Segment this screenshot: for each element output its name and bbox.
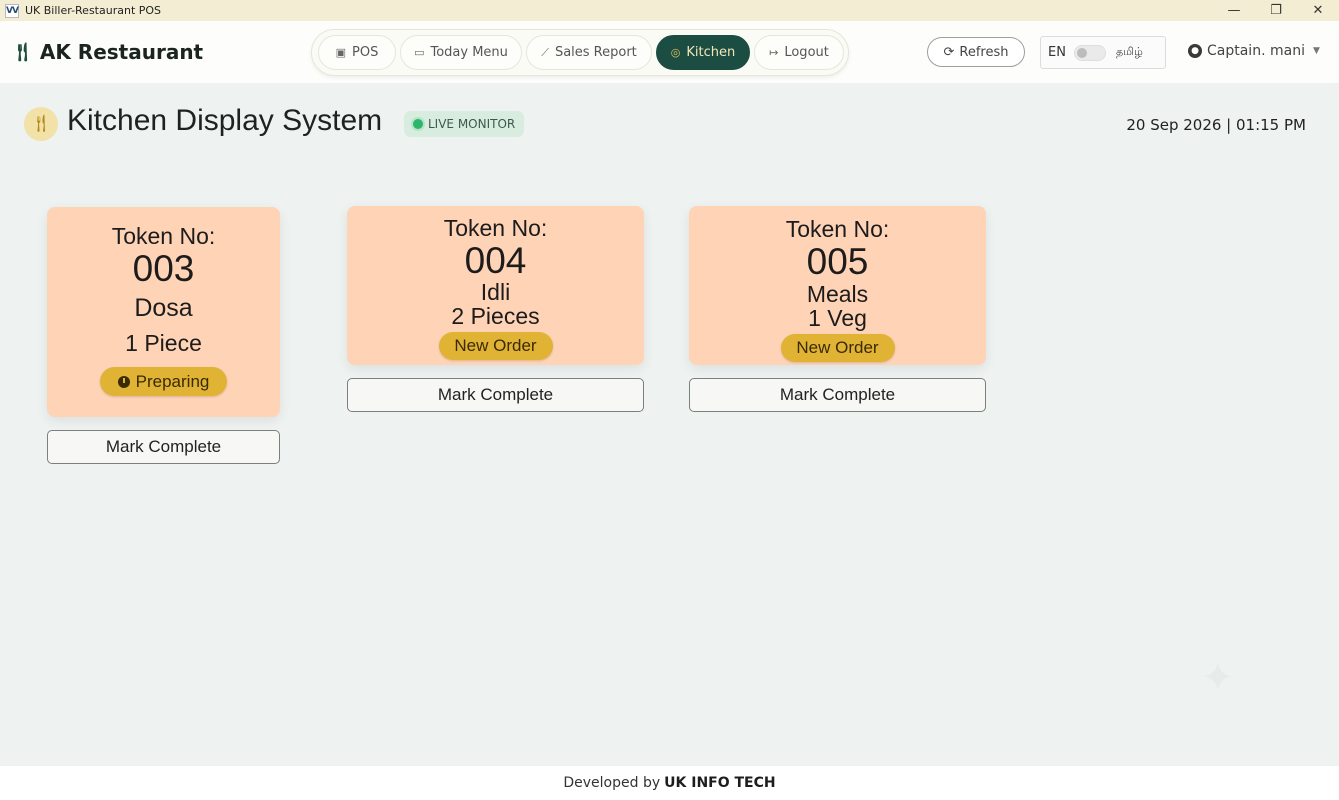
- status-badge: New Order: [780, 334, 895, 362]
- live-monitor-label: LIVE MONITOR: [428, 117, 516, 131]
- lang-ta-label: தமிழ்: [1115, 45, 1143, 58]
- lang-en-label: EN: [1048, 45, 1066, 60]
- language-switch: EN தமிழ்: [1040, 36, 1166, 69]
- nav-sales-report-label: Sales Report: [554, 45, 637, 60]
- main-nav: ▣ POS ▭ Today Menu ⟋ Sales Report ◎ Kitc…: [311, 29, 849, 76]
- nav-logout[interactable]: ↦ Logout: [754, 35, 844, 70]
- order-item: Meals: [806, 281, 869, 307]
- token-number: 005: [806, 241, 869, 282]
- nav-today-menu-label: Today Menu: [430, 45, 508, 60]
- nav-pos-label: POS: [352, 45, 379, 60]
- nav-pos[interactable]: ▣ POS: [318, 35, 396, 70]
- current-datetime: 20 Sep 2026 | 01:15 PM: [1126, 116, 1306, 134]
- close-button[interactable]: ✕: [1297, 0, 1339, 21]
- mark-complete-button[interactable]: Mark Complete: [689, 378, 986, 412]
- toggle-knob: [1076, 47, 1087, 58]
- fork-knife-icon: 🍴︎: [24, 107, 58, 141]
- status-label: Preparing: [135, 371, 210, 391]
- logout-icon: ↦: [769, 46, 779, 59]
- chart-icon: ⟋: [541, 45, 549, 59]
- refresh-button[interactable]: ⟳ Refresh: [927, 37, 1025, 67]
- token-label: Token No:: [111, 223, 216, 249]
- refresh-label: Refresh: [959, 44, 1009, 60]
- token-number: 003: [132, 248, 195, 289]
- nav-kitchen-label: Kitchen: [686, 45, 736, 60]
- fork-knife-icon: 🍴︎: [11, 41, 34, 63]
- kitchen-icon: ◎: [670, 46, 681, 59]
- order-qty: 2 Pieces: [451, 303, 540, 329]
- brand: 🍴︎ AK Restaurant: [11, 40, 203, 64]
- footer-company: UK INFO TECH: [664, 775, 776, 791]
- window-title: UK Biller-Restaurant POS: [25, 4, 162, 17]
- pos-icon: ▣: [335, 46, 347, 59]
- nav-today-menu[interactable]: ▭ Today Menu: [400, 35, 522, 70]
- live-monitor-badge: LIVE MONITOR: [404, 111, 524, 137]
- minimize-button[interactable]: —: [1213, 0, 1255, 21]
- window-titlebar: VV UK Biller-Restaurant POS — ❐ ✕: [0, 0, 1339, 21]
- page-title: Kitchen Display System: [67, 104, 383, 137]
- user-icon: ●: [1188, 44, 1202, 58]
- order-card: Token No: 004 Idli 2 Pieces New Order: [347, 206, 644, 365]
- user-menu[interactable]: ● Captain. mani ▼: [1188, 43, 1320, 59]
- menu-icon: ▭: [414, 46, 425, 59]
- footer-prefix: Developed by: [563, 775, 661, 791]
- footer: Developed by UK INFO TECH: [0, 766, 1339, 800]
- user-name: Captain. mani: [1207, 43, 1305, 59]
- token-label: Token No:: [443, 215, 548, 241]
- sparkle-icon: ✦: [1201, 655, 1235, 701]
- nav-logout-label: Logout: [784, 45, 829, 60]
- order-card: Token No: 003 Dosa 1 Piece Preparing: [47, 207, 280, 417]
- order-qty: 1 Piece: [125, 330, 202, 356]
- brand-name: AK Restaurant: [39, 40, 204, 64]
- mark-complete-button[interactable]: Mark Complete: [347, 378, 644, 412]
- language-toggle[interactable]: [1073, 44, 1106, 61]
- restore-button[interactable]: ❐: [1255, 0, 1297, 21]
- order-item: Dosa: [134, 294, 193, 322]
- clock-icon: [117, 375, 130, 388]
- status-badge: New Order: [438, 332, 553, 360]
- token-label: Token No:: [785, 216, 890, 242]
- window-controls: — ❐ ✕: [1213, 0, 1339, 21]
- token-number: 004: [464, 240, 527, 281]
- app-header: 🍴︎ AK Restaurant ▣ POS ▭ Today Menu ⟋ Sa…: [0, 21, 1339, 83]
- order-card: Token No: 005 Meals 1 Veg New Order: [689, 206, 986, 365]
- status-badge: Preparing: [100, 367, 227, 396]
- nav-kitchen[interactable]: ◎ Kitchen: [656, 35, 750, 70]
- live-dot-icon: [413, 119, 423, 129]
- chevron-down-icon: ▼: [1312, 46, 1320, 56]
- mark-complete-button[interactable]: Mark Complete: [47, 430, 280, 464]
- app-logo-icon: VV: [5, 3, 19, 18]
- nav-sales-report[interactable]: ⟋ Sales Report: [526, 35, 652, 70]
- order-item: Idli: [480, 279, 511, 305]
- refresh-icon: ⟳: [943, 44, 955, 60]
- order-qty: 1 Veg: [808, 305, 867, 331]
